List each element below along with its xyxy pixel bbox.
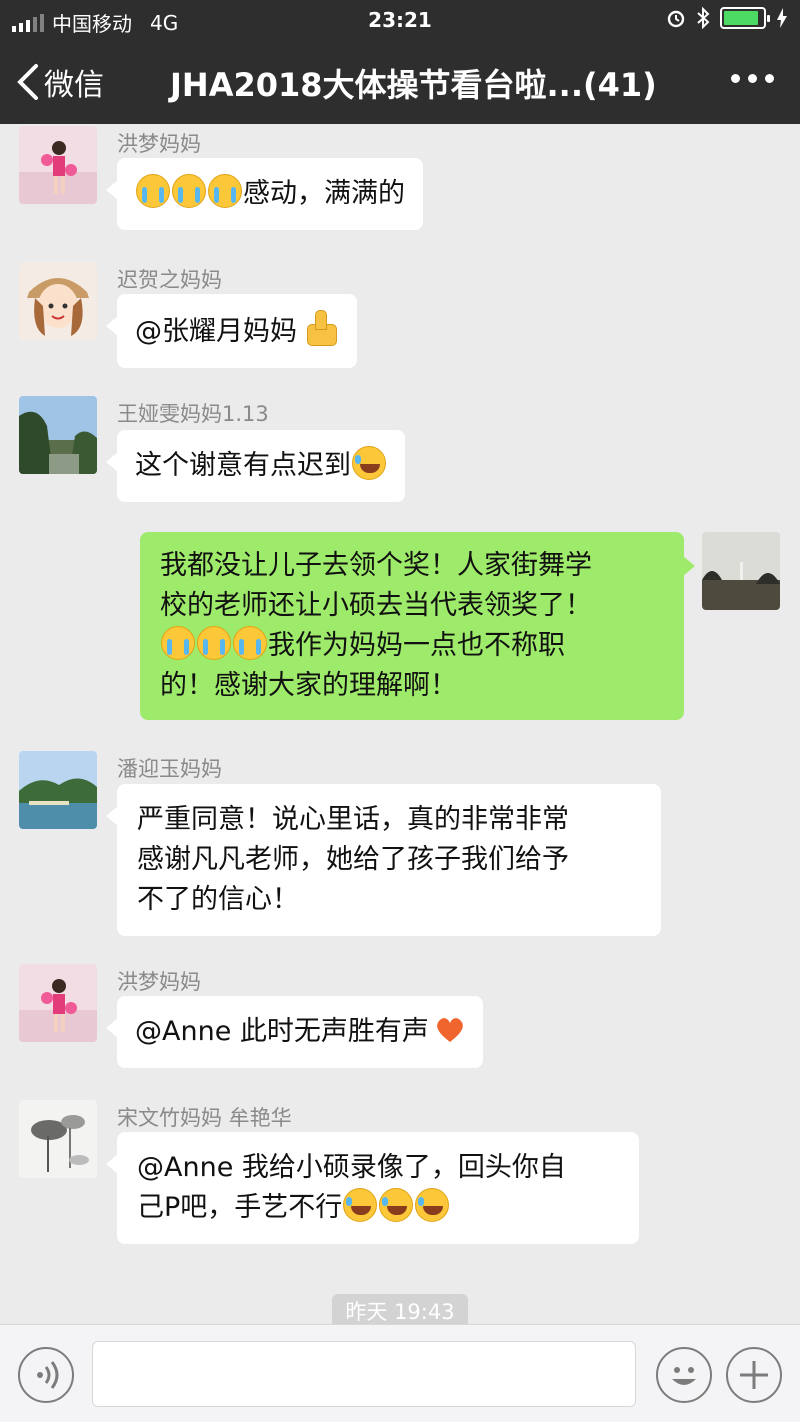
avatar[interactable]	[19, 396, 97, 474]
message-text: 校的老师还让小硕去当代表领奖了！	[160, 590, 592, 621]
message-input[interactable]	[92, 1341, 636, 1407]
crying-face-icon	[172, 174, 206, 208]
message-bubble[interactable]: @Anne 我给小硕录像了，回头你自 己P吧，手艺不行	[106, 1132, 639, 1244]
chat-title: JHA2018大体操节看台啦...(41)	[170, 66, 657, 104]
message-bubble[interactable]: 感动，满满的	[106, 158, 423, 230]
sender-name: 王娅雯妈妈1.13	[117, 402, 269, 426]
message-bubble[interactable]: @张耀月妈妈	[106, 294, 357, 368]
avatar[interactable]	[19, 126, 97, 204]
chat-area[interactable]: 洪梦妈妈 感动，满满的 迟贺之妈妈 @张耀月妈妈 王娅雯妈妈1.13 这个谢意有…	[0, 124, 800, 1324]
nav-bar: 微信 JHA2018大体操节看台啦...(41)	[0, 40, 800, 124]
message-text: @Anne 此时无声胜有声	[135, 1016, 429, 1047]
avatar[interactable]	[19, 262, 97, 340]
chevron-left-icon	[17, 64, 38, 100]
charging-icon	[777, 8, 787, 28]
sender-name: 迟贺之妈妈	[117, 268, 222, 292]
message-text: 我都没让儿子去领个奖！人家街舞学	[160, 550, 592, 581]
message-text: 的！感谢大家的理解啊！	[160, 670, 457, 701]
message-text: 严重同意！说心里话，真的非常非常	[137, 804, 569, 835]
sender-name: 宋文竹妈妈 牟艳华	[117, 1106, 292, 1130]
message-text: 这个谢意有点迟到	[135, 450, 351, 481]
timestamp-divider: 昨天 19:43	[332, 1294, 468, 1324]
heart-icon	[437, 1018, 463, 1042]
message-text: @Anne 我给小硕录像了，回头你自	[137, 1152, 566, 1183]
message-bubble[interactable]: 严重同意！说心里话，真的非常非常 感谢凡凡老师，她给了孩子我们给予 不了的信心！	[106, 784, 661, 936]
status-bar: 中国移动 4G 23:21	[0, 0, 800, 40]
crying-face-icon	[197, 626, 231, 660]
message-text: 不了的信心！	[137, 884, 299, 915]
voice-button[interactable]	[18, 1347, 74, 1403]
plus-button[interactable]	[726, 1347, 782, 1403]
message-text: 感动，满满的	[243, 178, 405, 209]
crying-face-icon	[161, 626, 195, 660]
crying-face-icon	[233, 626, 267, 660]
back-label: 微信	[44, 68, 104, 103]
sender-name: 潘迎玉妈妈	[117, 757, 222, 781]
battery-icon	[720, 7, 770, 29]
my-avatar[interactable]	[702, 532, 780, 610]
back-button[interactable]: 微信	[16, 60, 104, 104]
avatar[interactable]	[19, 964, 97, 1042]
message-text: @张耀月妈妈	[135, 316, 297, 347]
avatar[interactable]	[19, 751, 97, 829]
message-text: 己P吧，手艺不行	[137, 1192, 343, 1223]
thumbs-up-icon	[305, 310, 339, 346]
plus-icon	[740, 1361, 768, 1389]
input-bar	[0, 1324, 800, 1422]
laughing-crying-face-icon	[379, 1188, 414, 1222]
avatar[interactable]	[19, 1100, 97, 1178]
emoji-button[interactable]	[656, 1347, 712, 1403]
my-message-bubble[interactable]: 我都没让儿子去领个奖！人家街舞学 校的老师还让小硕去当代表领奖了！ 我作为妈妈一…	[140, 532, 695, 720]
crying-face-icon	[208, 174, 242, 208]
sender-name: 洪梦妈妈	[117, 970, 201, 994]
sender-name: 洪梦妈妈	[117, 132, 201, 156]
smiley-icon	[672, 1367, 696, 1385]
laughing-crying-face-icon	[352, 446, 386, 480]
message-bubble[interactable]: @Anne 此时无声胜有声	[106, 996, 483, 1068]
message-text: 感谢凡凡老师，她给了孩子我们给予	[137, 844, 569, 875]
alarm-icon	[667, 10, 685, 28]
crying-face-icon	[136, 174, 170, 208]
message-text: 我作为妈妈一点也不称职	[268, 630, 565, 661]
message-bubble[interactable]: 这个谢意有点迟到	[106, 430, 405, 502]
laughing-crying-face-icon	[415, 1188, 450, 1222]
laughing-crying-face-icon	[343, 1188, 378, 1222]
bluetooth-icon	[697, 7, 710, 29]
more-button[interactable]	[731, 74, 774, 83]
voice-icon	[37, 1361, 59, 1389]
